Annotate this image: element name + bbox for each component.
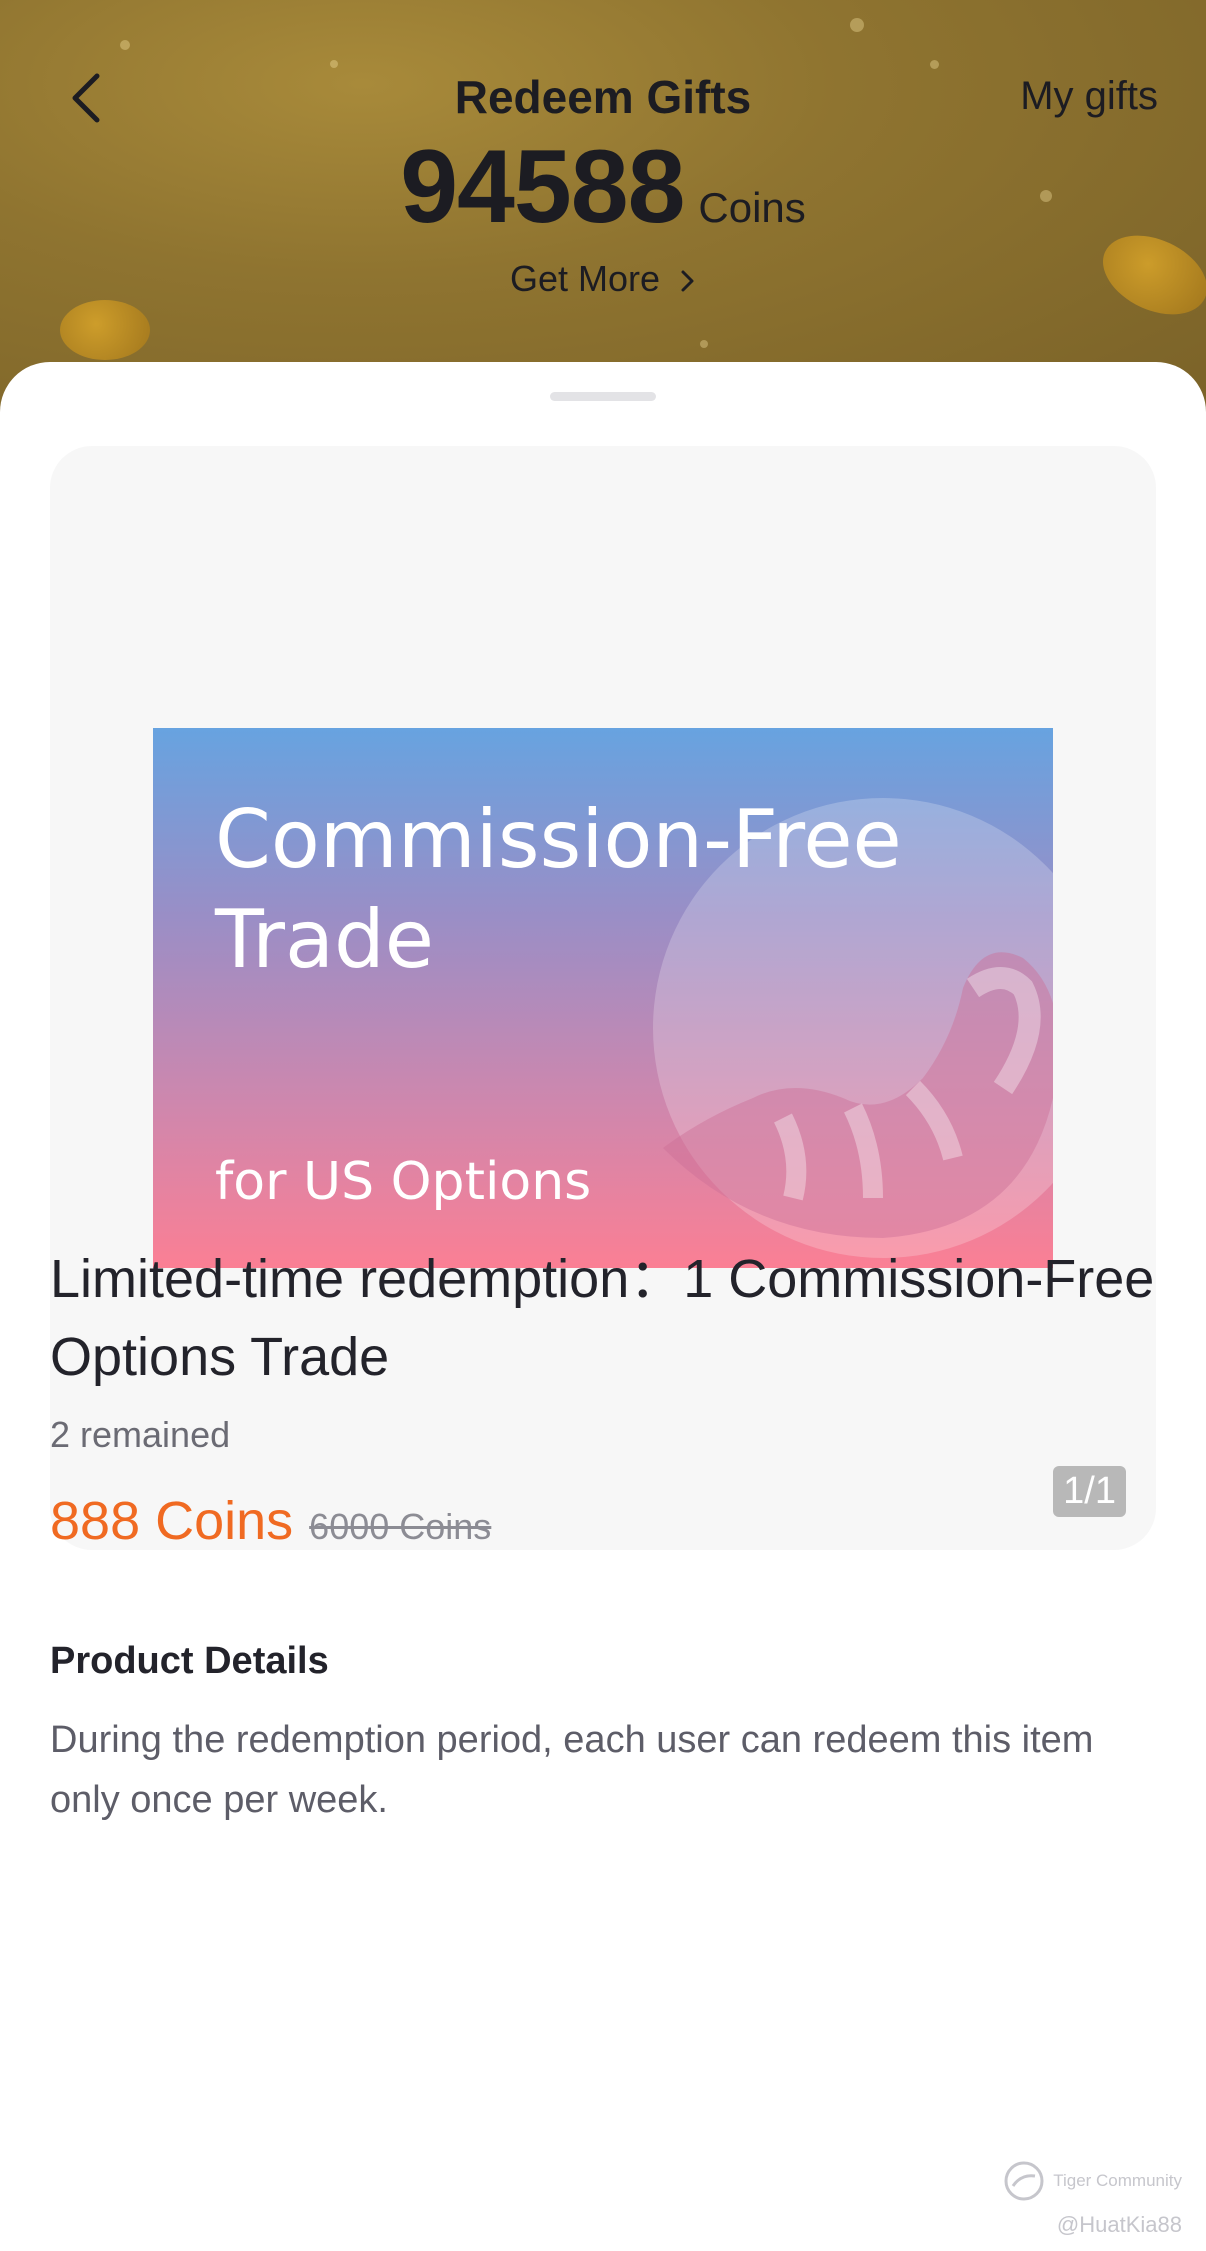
banner-title: Commission-Free Trade: [215, 793, 902, 986]
stock-remaining: 2 remained: [50, 1414, 231, 1455]
watermark-user: @HuatKia88: [1056, 2212, 1182, 2237]
chevron-right-icon: [681, 270, 694, 292]
coin-balance-unit: Coins: [698, 184, 806, 231]
watermark-brand: Tiger Community: [1003, 2160, 1182, 2202]
banner-subtitle: for US Options: [215, 1152, 592, 1212]
product-banner-image: Commission-Free Trade for US Options: [153, 728, 1053, 1268]
sheet-drag-handle[interactable]: [550, 392, 656, 401]
sparkle-decoration: [850, 18, 864, 32]
coin-balance: 94588 Coins: [0, 128, 1206, 247]
coin-balance-value: 94588: [400, 129, 685, 245]
sparkle-decoration: [700, 340, 708, 348]
sparkle-decoration: [330, 60, 338, 68]
header-banner: Redeem Gifts My gifts 94588 Coins Get Mor…: [0, 0, 1206, 420]
image-page-indicator: 1/1: [1053, 1466, 1126, 1517]
watermark-brand-text: Tiger Community: [1053, 2171, 1182, 2190]
original-price: 6000 Coins: [309, 1506, 492, 1547]
product-details-heading: Product Details: [50, 1640, 329, 1682]
product-title: Limited-time redemption：1 Commission-Fre…: [50, 1240, 1160, 1396]
my-gifts-link[interactable]: My gifts: [1020, 74, 1158, 119]
sparkle-decoration: [930, 60, 939, 69]
get-more-label: Get More: [509, 258, 661, 299]
product-title-text: Limited-time redemption：1 Commission-Fre…: [50, 1249, 1155, 1387]
product-details-text: During the redemption period, each user …: [50, 1719, 1094, 1821]
tiger-community-logo-icon: [1004, 2161, 1044, 2201]
sparkle-decoration: [120, 40, 130, 50]
redeem-price: 888 Coins: [50, 1491, 294, 1551]
coin-decoration: [60, 300, 150, 360]
get-more-link[interactable]: Get More: [0, 258, 1206, 300]
price-row: 888 Coins 6000 Coins: [50, 1490, 491, 1552]
watermark: Tiger Community @HuatKia88: [1003, 2160, 1182, 2238]
